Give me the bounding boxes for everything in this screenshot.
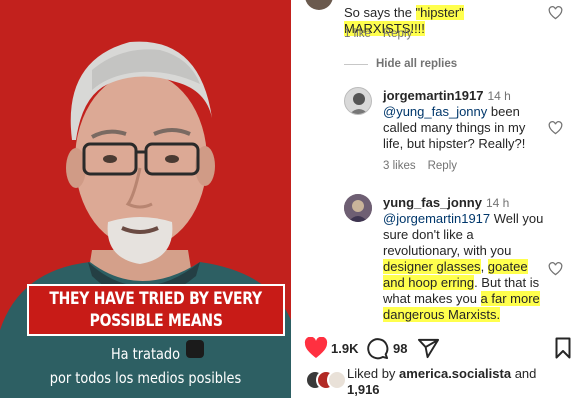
reply-2-highlight-1: designer glasses: [383, 259, 481, 274]
reply-1-meta: 3 likes Reply: [383, 160, 469, 172]
reply-2-time: 14 h: [485, 196, 510, 210]
comments-panel: So says the "hipster" MARXISTS!!!! 1 lik…: [291, 0, 573, 398]
reply-1-reply-button[interactable]: Reply: [428, 160, 457, 172]
like-comment-icon[interactable]: [548, 6, 563, 20]
hide-replies-label: Hide all replies: [376, 58, 458, 70]
comment-text-plain: So says the: [344, 5, 416, 20]
reply-1-username[interactable]: jorgemartin1917: [383, 88, 483, 103]
liked-by-count[interactable]: 1,916: [347, 382, 380, 397]
liked-by-text: Liked by america.socialista and 1,916 ot…: [347, 366, 567, 398]
like-count[interactable]: 1.9K: [331, 341, 358, 356]
caption-line-1: THEY HAVE TRIED BY EVERY: [49, 289, 263, 309]
subtitle-line-1: Ha tratado: [110, 345, 181, 363]
reply-1-body: jorgemartin1917 14 h @yung_fas_jonny been…: [383, 88, 545, 152]
divider-line: [344, 63, 368, 65]
post-actions-bar: 1.9K 98: [291, 334, 573, 364]
like-reply-1-icon[interactable]: [548, 121, 563, 135]
comment-icon[interactable]: [366, 337, 389, 360]
share-icon[interactable]: [417, 337, 440, 360]
caption-banner: THEY HAVE TRIED BY EVERY POSSIBLE MEANS: [27, 284, 285, 336]
reply-1-time: 14 h: [487, 89, 511, 103]
comment-reply-button[interactable]: Reply: [383, 28, 412, 40]
comment-meta: 1 like Reply: [344, 28, 424, 40]
commenter-avatar[interactable]: [305, 0, 333, 10]
reply-1-mention[interactable]: @yung_fas_jonny: [383, 104, 487, 119]
hide-replies-toggle[interactable]: Hide all replies: [344, 58, 457, 70]
video-player[interactable]: THEY HAVE TRIED BY EVERY POSSIBLE MEANS …: [0, 0, 291, 398]
liked-by-avatars[interactable]: [305, 370, 347, 390]
like-reply-2-icon[interactable]: [548, 262, 563, 276]
comment-count[interactable]: 98: [393, 341, 407, 356]
reply-2-text-2: ,: [480, 259, 488, 274]
liked-by-prefix: Liked by: [347, 366, 400, 381]
reply-2-body: yung_fas_jonny 14 h @jorgemartin1917 Well…: [383, 195, 545, 323]
liked-by-and: and: [511, 366, 537, 381]
video-frame: [0, 41, 291, 398]
caption-line-2: POSSIBLE MEANS: [89, 311, 223, 331]
reply-avatar-jorgemartin[interactable]: [344, 87, 372, 115]
reply-avatar-yung[interactable]: [344, 194, 372, 222]
reply-2-username[interactable]: yung_fas_jonny: [383, 195, 482, 210]
heart-icon[interactable]: [304, 337, 328, 359]
liker-avatar-3: [327, 370, 347, 390]
subtitle-line-2: por todos los medios posibles: [49, 369, 242, 387]
liked-by-user[interactable]: america.socialista: [399, 366, 511, 381]
bookmark-icon[interactable]: [555, 337, 571, 359]
reply-2-mention[interactable]: @jorgemartin1917: [383, 211, 490, 226]
comment-likes[interactable]: 1 like: [344, 28, 371, 40]
reply-1-likes[interactable]: 3 likes: [383, 160, 416, 172]
